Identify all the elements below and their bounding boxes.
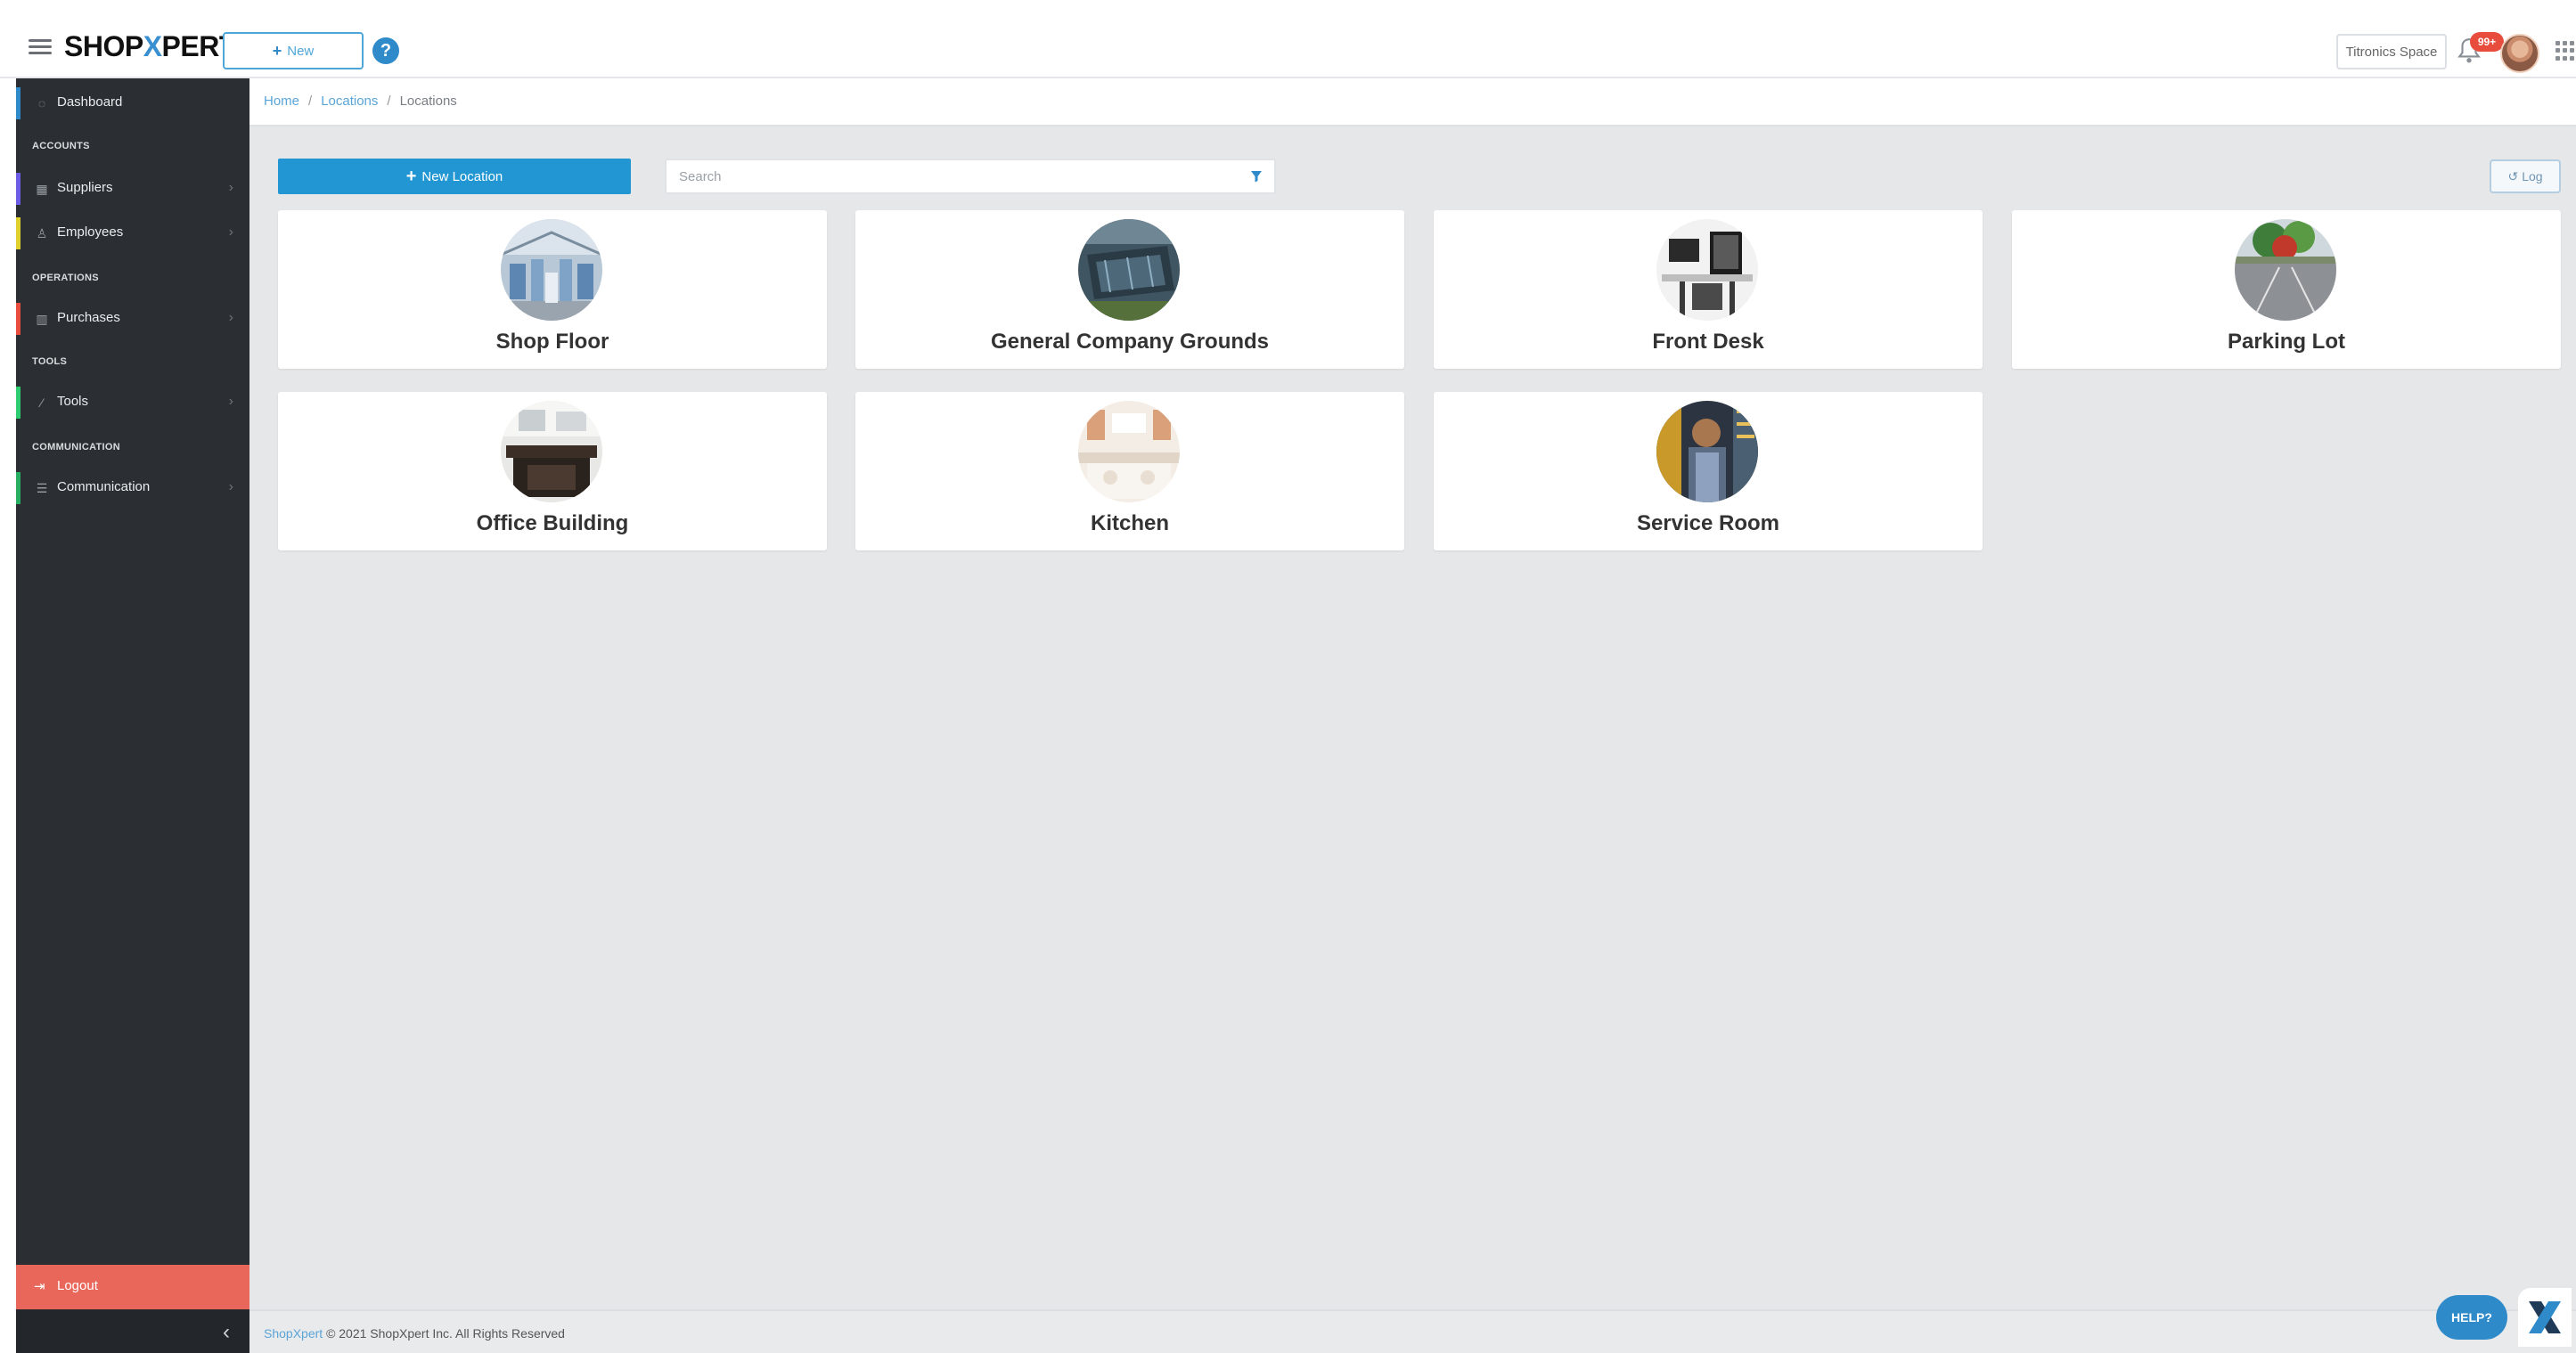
suppliers-icon: ▦ [36,181,48,196]
location-card-shop-floor[interactable]: Shop Floor [278,210,827,369]
communication-icon: ☰ [36,480,48,495]
sidebar-section-accounts: ACCOUNTS [32,141,90,151]
chevron-right-icon: › [228,394,233,409]
location-name: General Company Grounds [990,330,1270,354]
logout-icon: ⇥ [34,1279,45,1294]
sidebar-item-purchases[interactable]: ▥ Purchases › [16,299,249,338]
location-card-general-company-grounds[interactable]: General Company Grounds [855,210,1404,369]
sidebar-section-operations: OPERATIONS [32,273,99,283]
breadcrumb-separator: / [387,94,391,109]
chevron-left-icon: ‹ [223,1320,230,1344]
location-card-kitchen[interactable]: Kitchen [855,392,1404,550]
parking-thumbnail [2235,219,2336,321]
chevron-right-icon: › [228,180,233,195]
sidebar: ◌ Dashboard ACCOUNTS ▦ Suppliers › ♙ Emp… [16,78,249,1353]
location-name: Service Room [1636,511,1780,535]
breadcrumb: Home / Locations / Locations [264,94,457,109]
sidebar-accent [16,472,20,504]
sidebar-item-label: Purchases [57,310,120,325]
logout-button[interactable]: ⇥ Logout [16,1265,249,1309]
search-input[interactable] [666,160,1237,192]
sidebar-item-dashboard[interactable]: ◌ Dashboard [16,84,249,123]
sidebar-item-tools[interactable]: ⁄ Tools › [16,383,249,422]
plus-icon: + [405,166,417,186]
shopxpert-x-icon[interactable] [2518,1288,2572,1347]
top-bar: SHOPXPERT + New ? Titronics Space 99+ [0,0,2576,78]
breadcrumb-bar: Home / Locations / Locations [249,78,2576,126]
help-icon[interactable]: ? [372,37,399,64]
footer-copyright: © 2021 ShopXpert Inc. All Rights Reserve… [326,1326,565,1341]
desk-thumbnail [1656,219,1758,321]
hamburger-icon[interactable] [29,39,52,55]
sidebar-collapse-button[interactable]: ‹ [16,1309,249,1353]
search-box [665,159,1276,194]
logout-label: Logout [57,1278,98,1293]
tools-icon: ⁄ [40,395,44,410]
filter-icon[interactable] [1249,169,1263,183]
kitchen-thumbnail [1078,401,1180,502]
warehouse-thumbnail [501,219,602,321]
location-name: Front Desk [1652,330,1764,354]
sidebar-item-label: Dashboard [57,94,123,110]
footer: ShopXpert © 2021 ShopXpert Inc. All Righ… [249,1309,2576,1353]
sidebar-item-label: Suppliers [57,180,113,195]
purchases-icon: ▥ [36,311,48,326]
footer-brand-link[interactable]: ShopXpert [264,1326,323,1341]
aerial-grounds-thumbnail [1078,219,1180,321]
sidebar-item-suppliers[interactable]: ▦ Suppliers › [16,169,249,208]
chevron-right-icon: › [228,479,233,494]
history-icon: ↺ [2507,168,2519,183]
plus-icon: + [272,41,282,60]
sidebar-section-communication: COMMUNICATION [32,442,121,452]
new-button-label: New [287,43,315,59]
breadcrumb-home[interactable]: Home [264,94,299,109]
location-card-front-desk[interactable]: Front Desk [1434,210,1983,369]
office-thumbnail [501,401,602,502]
workspace-button[interactable]: Titronics Space [2336,34,2447,69]
help-chat-button[interactable]: HELP? [2436,1295,2507,1340]
sidebar-section-tools: TOOLS [32,356,68,367]
location-name: Office Building [476,511,629,535]
breadcrumb-current: Locations [399,94,457,109]
new-location-button[interactable]: + New Location [278,159,631,194]
location-name: Shop Floor [495,330,609,354]
sidebar-item-label: Communication [57,479,151,494]
sidebar-accent [16,303,20,335]
location-card-parking-lot[interactable]: Parking Lot [2012,210,2561,369]
sidebar-accent [16,173,20,205]
notification-badge[interactable]: 99+ [2470,32,2504,52]
location-card-service-room[interactable]: Service Room [1434,392,1983,550]
sidebar-item-label: Tools [57,394,89,409]
log-button-label: Log [2522,169,2543,183]
app-logo[interactable]: SHOPXPERT [64,30,236,63]
log-button[interactable]: ↺ Log [2490,159,2561,193]
sidebar-item-label: Employees [57,224,124,240]
location-name: Parking Lot [2227,330,2345,354]
chevron-right-icon: › [228,224,233,240]
employees-icon: ♙ [36,225,48,240]
sidebar-accent [16,387,20,419]
location-name: Kitchen [1090,511,1169,535]
new-location-label: New Location [421,168,503,184]
breadcrumb-locations[interactable]: Locations [321,94,378,109]
breadcrumb-separator: / [308,94,313,109]
server-room-thumbnail [1656,401,1758,502]
sidebar-accent [16,87,20,119]
location-card-office-building[interactable]: Office Building [278,392,827,550]
footer-text: ShopXpert © 2021 ShopXpert Inc. All Righ… [264,1326,565,1341]
apps-grid-icon[interactable] [2556,41,2575,61]
dashboard-icon: ◌ [37,96,46,110]
sidebar-item-communication[interactable]: ☰ Communication › [16,469,249,508]
chevron-right-icon: › [228,310,233,325]
sidebar-accent [16,217,20,249]
main-content: Home / Locations / Locations + New Locat… [249,78,2576,1353]
sidebar-item-employees[interactable]: ♙ Employees › [16,214,249,253]
avatar[interactable] [2500,34,2539,73]
new-button[interactable]: + New [223,32,364,69]
